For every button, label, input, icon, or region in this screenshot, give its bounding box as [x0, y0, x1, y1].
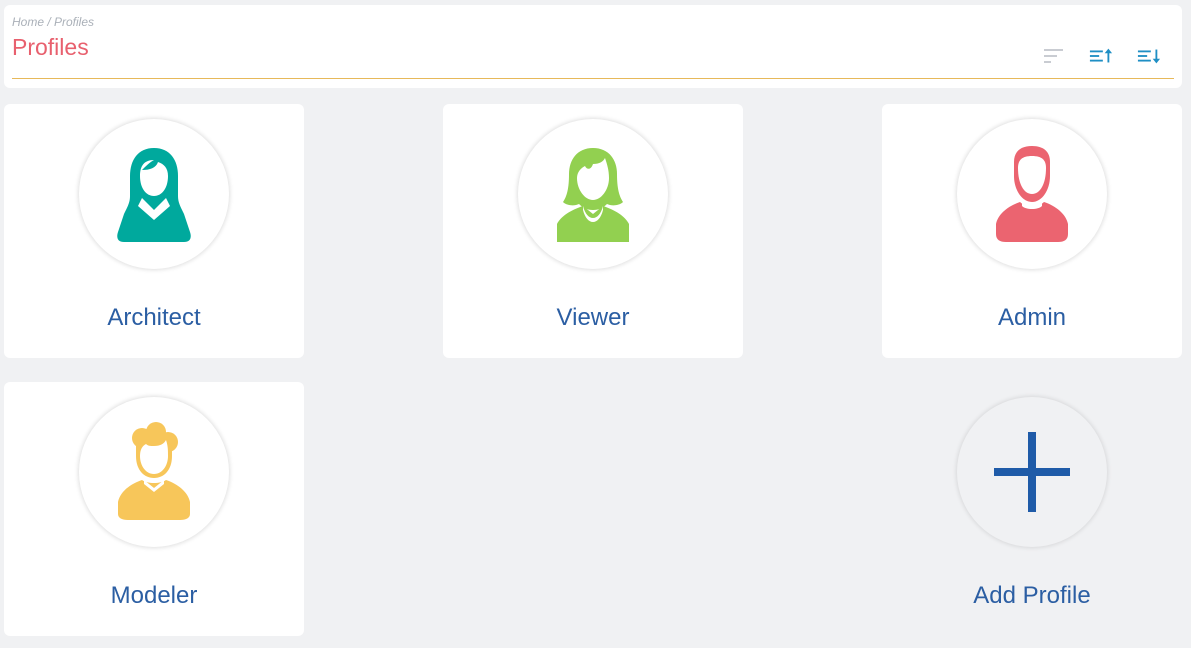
- profile-label: Architect: [107, 304, 201, 331]
- sort-ascending-icon: [1089, 48, 1113, 63]
- profile-card-architect[interactable]: Architect: [4, 104, 304, 358]
- add-profile-card[interactable]: Add Profile: [882, 382, 1182, 636]
- avatar: [79, 119, 229, 269]
- woman-hijab-avatar-icon: [117, 148, 191, 242]
- profile-card-viewer[interactable]: Viewer: [443, 104, 743, 358]
- avatar: [79, 397, 229, 547]
- sort-descending-button[interactable]: [1137, 45, 1161, 67]
- header-divider: [12, 78, 1174, 79]
- page-title: Profiles: [12, 34, 89, 60]
- man-curly-avatar-icon: [118, 422, 190, 520]
- sort-lines-icon: [1044, 49, 1063, 63]
- man-avatar-icon: [996, 146, 1068, 242]
- profile-label: Viewer: [556, 304, 630, 331]
- sort-ascending-button[interactable]: [1089, 45, 1113, 67]
- plus-icon: [994, 432, 1070, 512]
- profile-label: Modeler: [110, 582, 198, 609]
- page-header: Home / Profiles Profiles: [4, 5, 1182, 88]
- profile-card-admin[interactable]: Admin: [882, 104, 1182, 358]
- add-profile-label: Add Profile: [973, 582, 1091, 609]
- avatar: [957, 119, 1107, 269]
- breadcrumb[interactable]: Home / Profiles: [12, 15, 94, 29]
- sort-descending-icon: [1137, 49, 1161, 64]
- avatar: [518, 119, 668, 269]
- profile-card-modeler[interactable]: Modeler: [4, 382, 304, 636]
- woman-avatar-icon: [557, 148, 629, 242]
- add-profile-button[interactable]: [957, 397, 1107, 547]
- sort-default-button[interactable]: [1042, 45, 1066, 67]
- profile-label: Admin: [997, 304, 1067, 331]
